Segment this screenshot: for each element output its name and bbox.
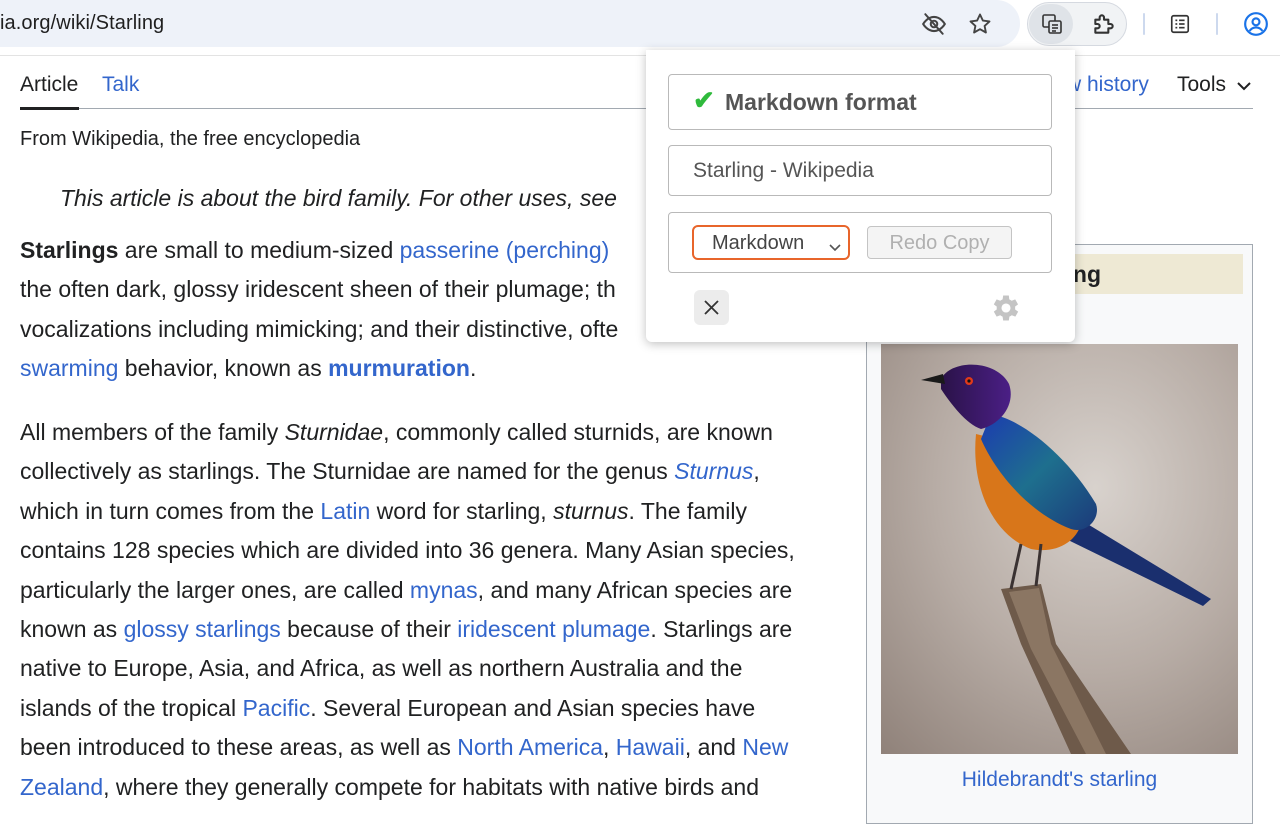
chevron-down-icon[interactable] bbox=[1236, 79, 1252, 98]
text: are small to medium-sized bbox=[118, 237, 400, 263]
toolbar-divider-2 bbox=[1216, 13, 1218, 35]
starling-photo[interactable] bbox=[881, 344, 1238, 754]
link-hawaii[interactable]: Hawaii bbox=[616, 734, 685, 760]
eye-off-icon[interactable] bbox=[920, 10, 948, 38]
link-swarming[interactable]: swarming bbox=[20, 355, 118, 381]
close-button[interactable] bbox=[694, 290, 729, 325]
infobox-title-text: ng bbox=[1072, 261, 1101, 287]
tab-tools[interactable]: Tools bbox=[1177, 73, 1226, 97]
hatnote: This article is about the bird family. F… bbox=[60, 185, 617, 211]
link-new-zealand[interactable]: New bbox=[742, 734, 788, 760]
text: , commonly called sturnids, are known bbox=[383, 419, 773, 445]
text: All members of the family bbox=[20, 419, 285, 445]
reading-list-icon[interactable] bbox=[1166, 10, 1194, 38]
link-glossy-starlings[interactable]: glossy starlings bbox=[124, 616, 281, 642]
link-murmuration[interactable]: murmuration bbox=[328, 355, 470, 381]
text: . The family bbox=[628, 497, 747, 524]
page-title-box: Starling - Wikipedia bbox=[668, 145, 1052, 196]
link-new-zealand-cont[interactable]: Zealand bbox=[20, 774, 103, 800]
italic-term: Sturnidae bbox=[284, 419, 384, 445]
status-text: Markdown format bbox=[725, 89, 917, 115]
text: islands of the tropical bbox=[20, 694, 243, 721]
puzzle-icon[interactable] bbox=[1089, 9, 1119, 39]
link-pacific[interactable]: Pacific bbox=[242, 695, 310, 721]
gear-icon[interactable] bbox=[989, 291, 1023, 330]
extension-popup: ✔ Markdown format Starling - Wikipedia M… bbox=[646, 50, 1075, 342]
browser-toolbar: ia.org/wiki/Starling bbox=[0, 0, 1280, 56]
page-title-text: Starling - Wikipedia bbox=[693, 159, 874, 182]
text: behavior, known as bbox=[118, 355, 329, 382]
text: particularly the larger ones, are called bbox=[20, 576, 410, 603]
redo-copy-label: Redo Copy bbox=[889, 232, 990, 254]
paragraph-family: All members of the family Sturnidae, com… bbox=[20, 413, 850, 807]
chevron-down-icon bbox=[829, 239, 841, 257]
link-latin[interactable]: Latin bbox=[320, 498, 370, 524]
format-select[interactable]: Markdown bbox=[692, 225, 850, 260]
profile-icon[interactable] bbox=[1242, 10, 1270, 38]
close-icon bbox=[704, 300, 719, 315]
tab-view-history[interactable]: w history bbox=[1066, 73, 1149, 97]
toolbar-divider bbox=[1143, 13, 1145, 35]
text: collectively as starlings. The Sturnidae… bbox=[20, 458, 675, 485]
text: . Several European and Asian species hav… bbox=[310, 694, 756, 721]
active-tab-indicator bbox=[20, 107, 79, 110]
link-north-america[interactable]: North America bbox=[457, 734, 603, 760]
address-bar[interactable]: ia.org/wiki/Starling bbox=[0, 0, 1020, 47]
infobox-caption[interactable]: Hildebrandt's starling bbox=[867, 768, 1252, 792]
text: , where they generally compete for habit… bbox=[103, 773, 759, 800]
text: known as bbox=[20, 615, 124, 642]
options-box: Markdown Redo Copy bbox=[668, 212, 1052, 273]
text: , and bbox=[684, 734, 743, 761]
format-select-value: Markdown bbox=[712, 232, 805, 254]
text: been introduced to these areas, as well … bbox=[20, 734, 458, 761]
text: word for starling, bbox=[370, 497, 554, 524]
text: , bbox=[753, 458, 760, 485]
site-subtitle: From Wikipedia, the free encyclopedia bbox=[20, 128, 361, 150]
star-icon[interactable] bbox=[966, 10, 994, 38]
url-text[interactable]: ia.org/wiki/Starling bbox=[0, 12, 164, 35]
checkmark-icon: ✔ bbox=[693, 85, 715, 115]
text: , and many African species are bbox=[477, 576, 793, 603]
text-line: native to Europe, Asia, and Africa, as w… bbox=[20, 655, 743, 682]
link-mynas[interactable]: mynas bbox=[410, 577, 478, 603]
text: because of their bbox=[280, 615, 458, 642]
italic-term: sturnus bbox=[553, 497, 629, 524]
text: which in turn comes from the bbox=[20, 497, 321, 524]
tab-article[interactable]: Article bbox=[20, 73, 78, 97]
link-iridescent-plumage[interactable]: iridescent plumage bbox=[457, 616, 650, 642]
copy-extension-icon[interactable] bbox=[1038, 10, 1066, 38]
tab-talk[interactable]: Talk bbox=[102, 73, 139, 97]
redo-copy-button[interactable]: Redo Copy bbox=[867, 226, 1012, 259]
link-passerine[interactable]: passerine (perching) bbox=[400, 237, 610, 263]
bold-term: Starlings bbox=[20, 237, 119, 263]
link-sturnus[interactable]: Sturnus bbox=[674, 458, 753, 484]
text: , bbox=[603, 734, 616, 761]
text-line: contains 128 species which are divided i… bbox=[20, 537, 795, 564]
text: . Starlings are bbox=[650, 615, 793, 642]
status-box: ✔ Markdown format bbox=[668, 74, 1052, 130]
text: . bbox=[469, 355, 477, 382]
